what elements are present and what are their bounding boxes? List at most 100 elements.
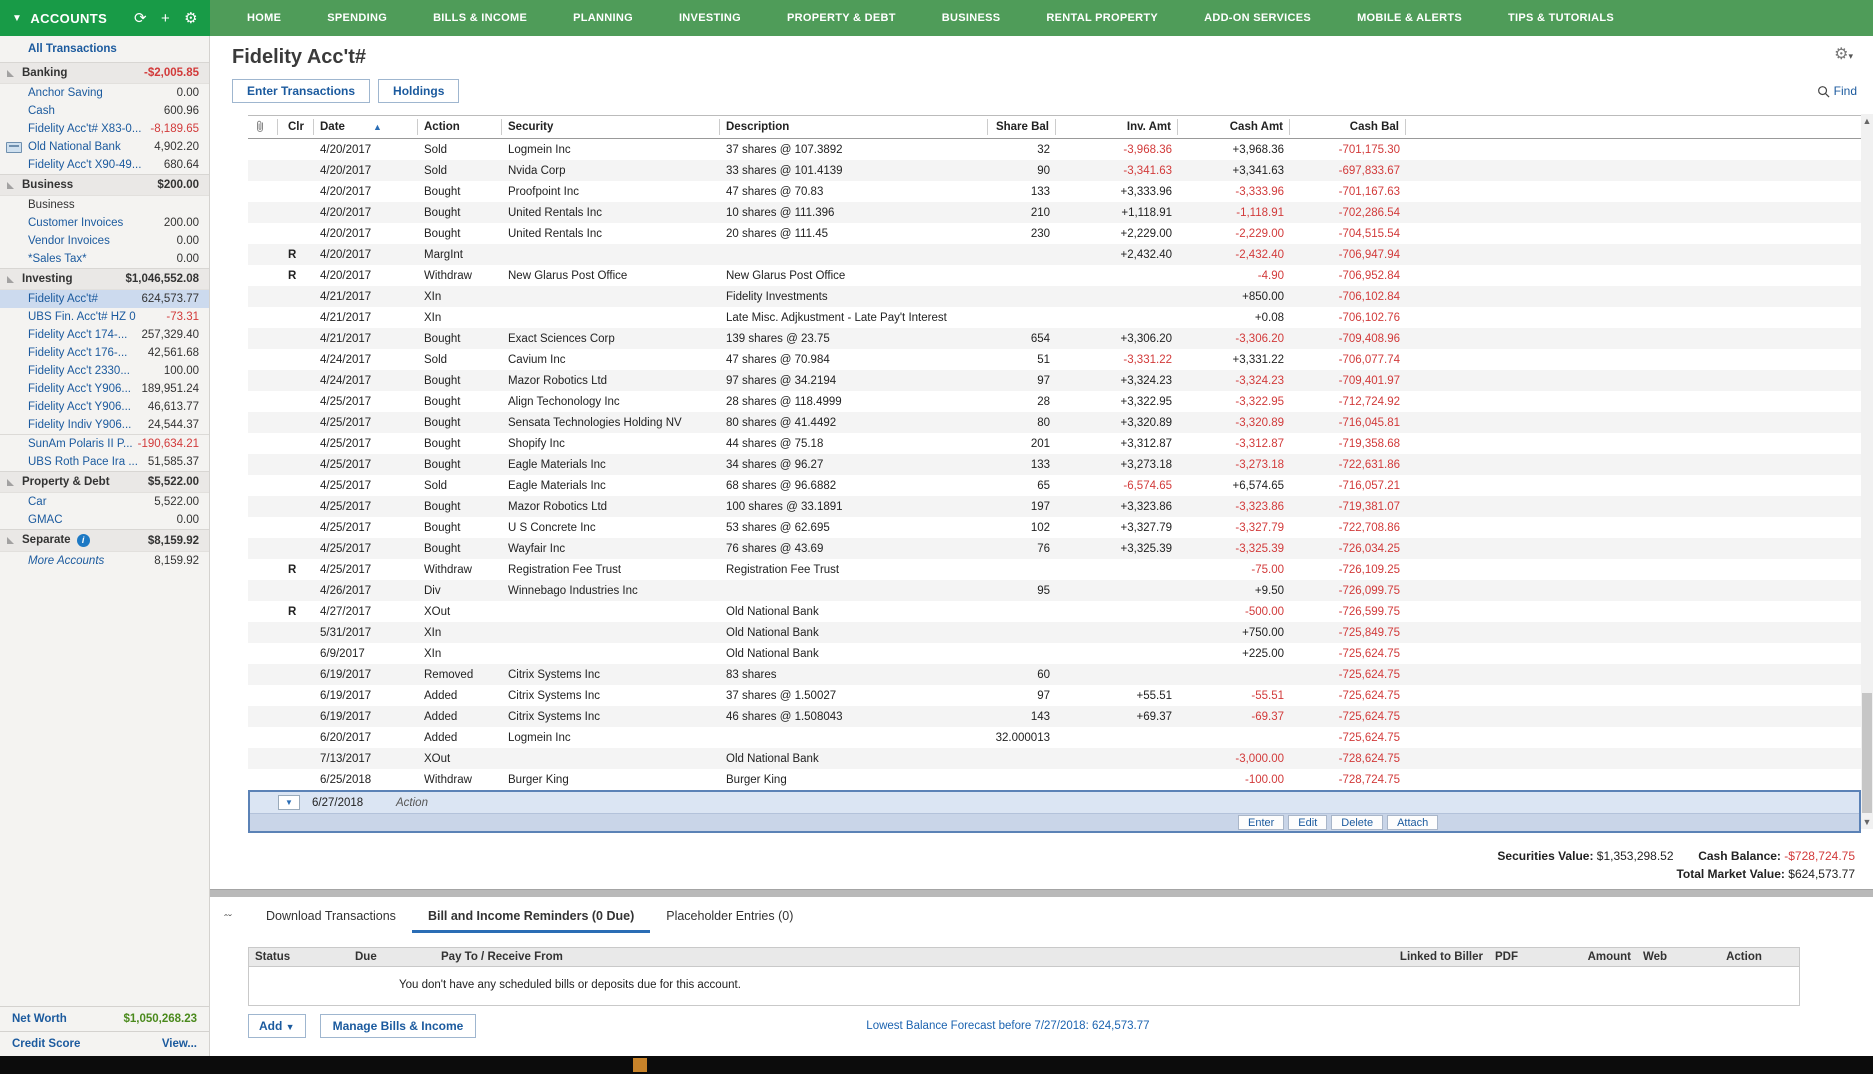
scrollbar-thumb[interactable] — [1862, 693, 1872, 813]
sidebar-item-fidelity-acc-t-x90-49[interactable]: Fidelity Acc't X90-49...680.64 — [0, 156, 209, 174]
delete-button[interactable]: Delete — [1331, 815, 1383, 830]
transaction-row[interactable]: 4/21/2017BoughtExact Sciences Corp139 sh… — [248, 328, 1861, 349]
register-gear-menu[interactable]: ⚙▾ — [1834, 44, 1853, 64]
column-header-clr[interactable]: Clr — [278, 119, 314, 135]
sidebar-item-fidelity-acc-t-176[interactable]: Fidelity Acc't 176-...42,561.68 — [0, 344, 209, 362]
accounts-collapse-icon[interactable]: ▼ — [12, 13, 22, 24]
transaction-row[interactable]: 4/25/2017BoughtU S Concrete Inc53 shares… — [248, 517, 1861, 538]
transaction-row[interactable]: 4/24/2017SoldCavium Inc47 shares @ 70.98… — [248, 349, 1861, 370]
transaction-row[interactable]: R4/25/2017WithdrawRegistration Fee Trust… — [248, 559, 1861, 580]
attach-button[interactable]: Attach — [1387, 815, 1438, 830]
column-header-date[interactable]: Date▲ — [314, 119, 418, 135]
column-header-attachment[interactable] — [248, 119, 278, 135]
scroll-down-icon[interactable]: ▼ — [1861, 815, 1873, 829]
refresh-icon[interactable]: ⟳ — [134, 9, 147, 27]
tab-bill-and-income-reminders-0-due[interactable]: Bill and Income Reminders (0 Due) — [412, 905, 650, 933]
transaction-row[interactable]: 4/25/2017BoughtAlign Techonology Inc28 s… — [248, 391, 1861, 412]
sidebar-item-old-national-bank[interactable]: Old National Bank4,902.20 — [0, 138, 209, 156]
reminder-column-pay-to-receive-from[interactable]: Pay To / Receive From — [435, 948, 1379, 966]
column-header-cash-amt[interactable]: Cash Amt — [1178, 119, 1290, 135]
nav-item-mobile-alerts[interactable]: MOBILE & ALERTS — [1334, 12, 1485, 24]
reminder-column-due[interactable]: Due — [349, 948, 435, 966]
sidebar-item-sunam-polaris-ii-p[interactable]: SunAm Polaris II P...-190,634.21 — [0, 434, 209, 453]
sidebar-item-fidelity-acc-t-2330[interactable]: Fidelity Acc't 2330...100.00 — [0, 362, 209, 380]
nav-item-tips-tutorials[interactable]: TIPS & TUTORIALS — [1485, 12, 1637, 24]
transaction-row[interactable]: 4/20/2017BoughtProofpoint Inc47 shares @… — [248, 181, 1861, 202]
nav-item-property-debt[interactable]: PROPERTY & DEBT — [764, 12, 919, 24]
transaction-row[interactable]: R4/20/2017WithdrawNew Glarus Post Office… — [248, 265, 1861, 286]
column-header-action[interactable]: Action — [418, 119, 502, 135]
row-dropdown-button[interactable]: ▼ — [278, 795, 300, 810]
add-reminder-button[interactable]: Add ▼ — [248, 1014, 306, 1038]
nav-item-spending[interactable]: SPENDING — [304, 12, 410, 24]
lowest-balance-forecast-link[interactable]: Lowest Balance Forecast before 7/27/2018… — [866, 1020, 1149, 1032]
sidebar-section-banking[interactable]: Banking-$2,005.85 — [0, 62, 209, 84]
sidebar-item-fidelity-acc-t-y906[interactable]: Fidelity Acc't Y906...46,613.77 — [0, 398, 209, 416]
nav-item-business[interactable]: BUSINESS — [919, 12, 1024, 24]
transaction-row[interactable]: 5/31/2017XInOld National Bank+750.00-725… — [248, 622, 1861, 643]
sidebar-item-fidelity-acc-t[interactable]: Fidelity Acc't#624,573.77 — [0, 290, 209, 308]
section-collapse-icon[interactable] — [7, 537, 14, 544]
sidebar-item-more-accounts[interactable]: More Accounts8,159.92 — [0, 552, 209, 570]
new-transaction-action-placeholder[interactable]: Action — [396, 797, 428, 809]
transaction-row[interactable]: 4/25/2017BoughtShopify Inc44 shares @ 75… — [248, 433, 1861, 454]
info-icon[interactable]: i — [77, 534, 90, 547]
sidebar-item-sales-tax[interactable]: *Sales Tax*0.00 — [0, 250, 209, 268]
sidebar-item-fidelity-acc-t-x83-0[interactable]: Fidelity Acc't# X83-0...-8,189.65 — [0, 120, 209, 138]
tab-download-transactions[interactable]: Download Transactions — [250, 905, 412, 933]
transaction-row[interactable]: 4/26/2017DivWinnebago Industries Inc95+9… — [248, 580, 1861, 601]
edit-button[interactable]: Edit — [1288, 815, 1327, 830]
register-scrollbar[interactable]: ▲ ▼ — [1861, 114, 1873, 829]
sidebar-item-fidelity-acc-t-174[interactable]: Fidelity Acc't 174-...257,329.40 — [0, 326, 209, 344]
transaction-row[interactable]: 4/25/2017BoughtSensata Technologies Hold… — [248, 412, 1861, 433]
credit-score-row[interactable]: Credit Score View... — [0, 1031, 209, 1056]
section-collapse-icon[interactable] — [7, 479, 14, 486]
reminder-column-pdf[interactable]: PDF — [1489, 948, 1541, 966]
nav-item-home[interactable]: HOME — [224, 12, 304, 24]
sidebar-item-ubs-roth-pace-ira[interactable]: UBS Roth Pace Ira ...51,585.37 — [0, 453, 209, 471]
windows-taskbar[interactable] — [0, 1056, 1873, 1074]
transaction-row[interactable]: R4/27/2017XOutOld National Bank-500.00-7… — [248, 601, 1861, 622]
transaction-row[interactable]: 4/25/2017BoughtMazor Robotics Ltd100 sha… — [248, 496, 1861, 517]
transaction-row[interactable]: 4/25/2017BoughtEagle Materials Inc34 sha… — [248, 454, 1861, 475]
reminder-column-amount[interactable]: Amount — [1541, 948, 1637, 966]
sidebar-section-business[interactable]: Business$200.00 — [0, 174, 209, 196]
chevron-down-icon[interactable]: ˆ​ˇ — [224, 912, 232, 926]
transaction-row[interactable]: 4/21/2017XInLate Misc. Adjkustment - Lat… — [248, 307, 1861, 328]
sidebar-item-customer-invoices[interactable]: Customer Invoices200.00 — [0, 214, 209, 232]
holdings-button[interactable]: Holdings — [378, 79, 459, 103]
column-header-inv-amt[interactable]: Inv. Amt — [1056, 119, 1178, 135]
scroll-up-icon[interactable]: ▲ — [1861, 114, 1873, 128]
column-header-share-bal[interactable]: Share Bal — [988, 119, 1056, 135]
find-control[interactable]: Find — [1817, 84, 1857, 98]
credit-score-view-link[interactable]: View... — [162, 1038, 197, 1050]
panel-divider[interactable] — [210, 889, 1873, 897]
transaction-row[interactable]: 4/25/2017BoughtWayfair Inc76 shares @ 43… — [248, 538, 1861, 559]
nav-item-rental-property[interactable]: RENTAL PROPERTY — [1023, 12, 1181, 24]
section-collapse-icon[interactable] — [7, 182, 14, 189]
accounts-header[interactable]: ▼ ACCOUNTS ⟳ + ⚙ — [0, 0, 210, 36]
add-account-icon[interactable]: + — [161, 10, 170, 27]
manage-bills-button[interactable]: Manage Bills & Income — [320, 1014, 477, 1038]
sidebar-item-cash[interactable]: Cash600.96 — [0, 102, 209, 120]
enter-button[interactable]: Enter — [1238, 815, 1284, 830]
sort-ascending-icon[interactable]: ▲ — [373, 122, 382, 132]
transaction-row[interactable]: 7/13/2017XOutOld National Bank-3,000.00-… — [248, 748, 1861, 769]
sidebar-item-car[interactable]: Car5,522.00 — [0, 493, 209, 511]
transaction-row[interactable]: 4/25/2017SoldEagle Materials Inc68 share… — [248, 475, 1861, 496]
sidebar-item-fidelity-indiv-y906[interactable]: Fidelity Indiv Y906...24,544.37 — [0, 416, 209, 434]
transaction-row[interactable]: 4/20/2017SoldNvida Corp33 shares @ 101.4… — [248, 160, 1861, 181]
taskbar-app-icon[interactable] — [633, 1058, 647, 1072]
new-transaction-row[interactable]: ▼ 6/27/2018 Action — [250, 792, 1859, 813]
section-collapse-icon[interactable] — [7, 70, 14, 77]
transaction-row[interactable]: 6/19/2017RemovedCitrix Systems Inc83 sha… — [248, 664, 1861, 685]
transaction-row[interactable]: 4/20/2017BoughtUnited Rentals Inc20 shar… — [248, 223, 1861, 244]
transaction-row[interactable]: 6/9/2017XInOld National Bank+225.00-725,… — [248, 643, 1861, 664]
column-header-cash-bal[interactable]: Cash Bal — [1290, 119, 1406, 135]
nav-item-investing[interactable]: INVESTING — [656, 12, 764, 24]
transaction-row[interactable]: 4/24/2017BoughtMazor Robotics Ltd97 shar… — [248, 370, 1861, 391]
transaction-row[interactable]: 6/19/2017AddedCitrix Systems Inc46 share… — [248, 706, 1861, 727]
sidebar-section-property-debt[interactable]: Property & Debt$5,522.00 — [0, 471, 209, 493]
transaction-row[interactable]: 6/25/2018WithdrawBurger KingBurger King-… — [248, 769, 1861, 790]
section-collapse-icon[interactable] — [7, 276, 14, 283]
